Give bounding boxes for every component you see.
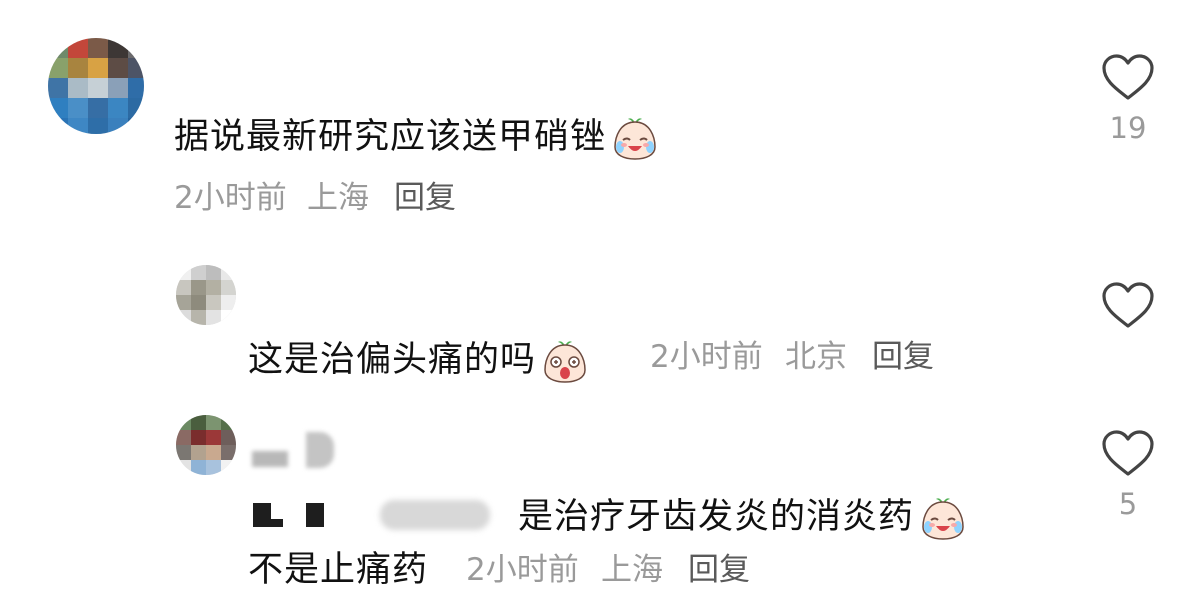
like-count: 5 <box>1118 487 1138 521</box>
censored-mention <box>271 519 283 527</box>
like-button[interactable]: 5 <box>1098 428 1158 519</box>
comment-text-line2: 不是止痛药 <box>248 550 429 590</box>
avatar[interactable] <box>176 415 236 475</box>
crying-laughing-sticker-icon <box>920 495 966 541</box>
reply-button[interactable]: 回复 <box>688 555 750 586</box>
censored-mention <box>380 500 490 530</box>
like-button[interactable]: 19 <box>1098 52 1158 143</box>
comment-text: 是治疗牙齿发炎的消炎药 <box>518 495 966 541</box>
heart-icon <box>1102 282 1154 328</box>
censored-mention <box>253 503 271 527</box>
avatar[interactable] <box>48 38 144 134</box>
heart-icon <box>1102 430 1154 476</box>
reply-button[interactable]: 回复 <box>872 342 934 373</box>
comment-time: 2小时前 <box>174 180 287 216</box>
comment-time: 2小时前 <box>466 552 579 588</box>
like-count: 19 <box>1109 111 1147 145</box>
like-button[interactable] <box>1098 280 1158 342</box>
comment-location: 上海 <box>307 180 369 216</box>
avatar[interactable] <box>176 265 236 325</box>
heart-icon <box>1102 54 1154 100</box>
comment-text: 据说最新研究应该送甲硝锉 <box>174 115 658 161</box>
comment-location: 北京 <box>785 339 847 375</box>
comment-text: 这是治偏头痛的吗 <box>248 338 588 384</box>
crying-laughing-sticker-icon <box>612 115 658 161</box>
surprised-sticker-icon <box>542 338 588 384</box>
censored-username <box>306 432 334 468</box>
censored-mention <box>306 503 324 527</box>
comment-location: 上海 <box>601 552 663 588</box>
reply-button[interactable]: 回复 <box>394 183 456 214</box>
censored-username <box>252 451 288 467</box>
comment-time: 2小时前 <box>650 339 763 375</box>
